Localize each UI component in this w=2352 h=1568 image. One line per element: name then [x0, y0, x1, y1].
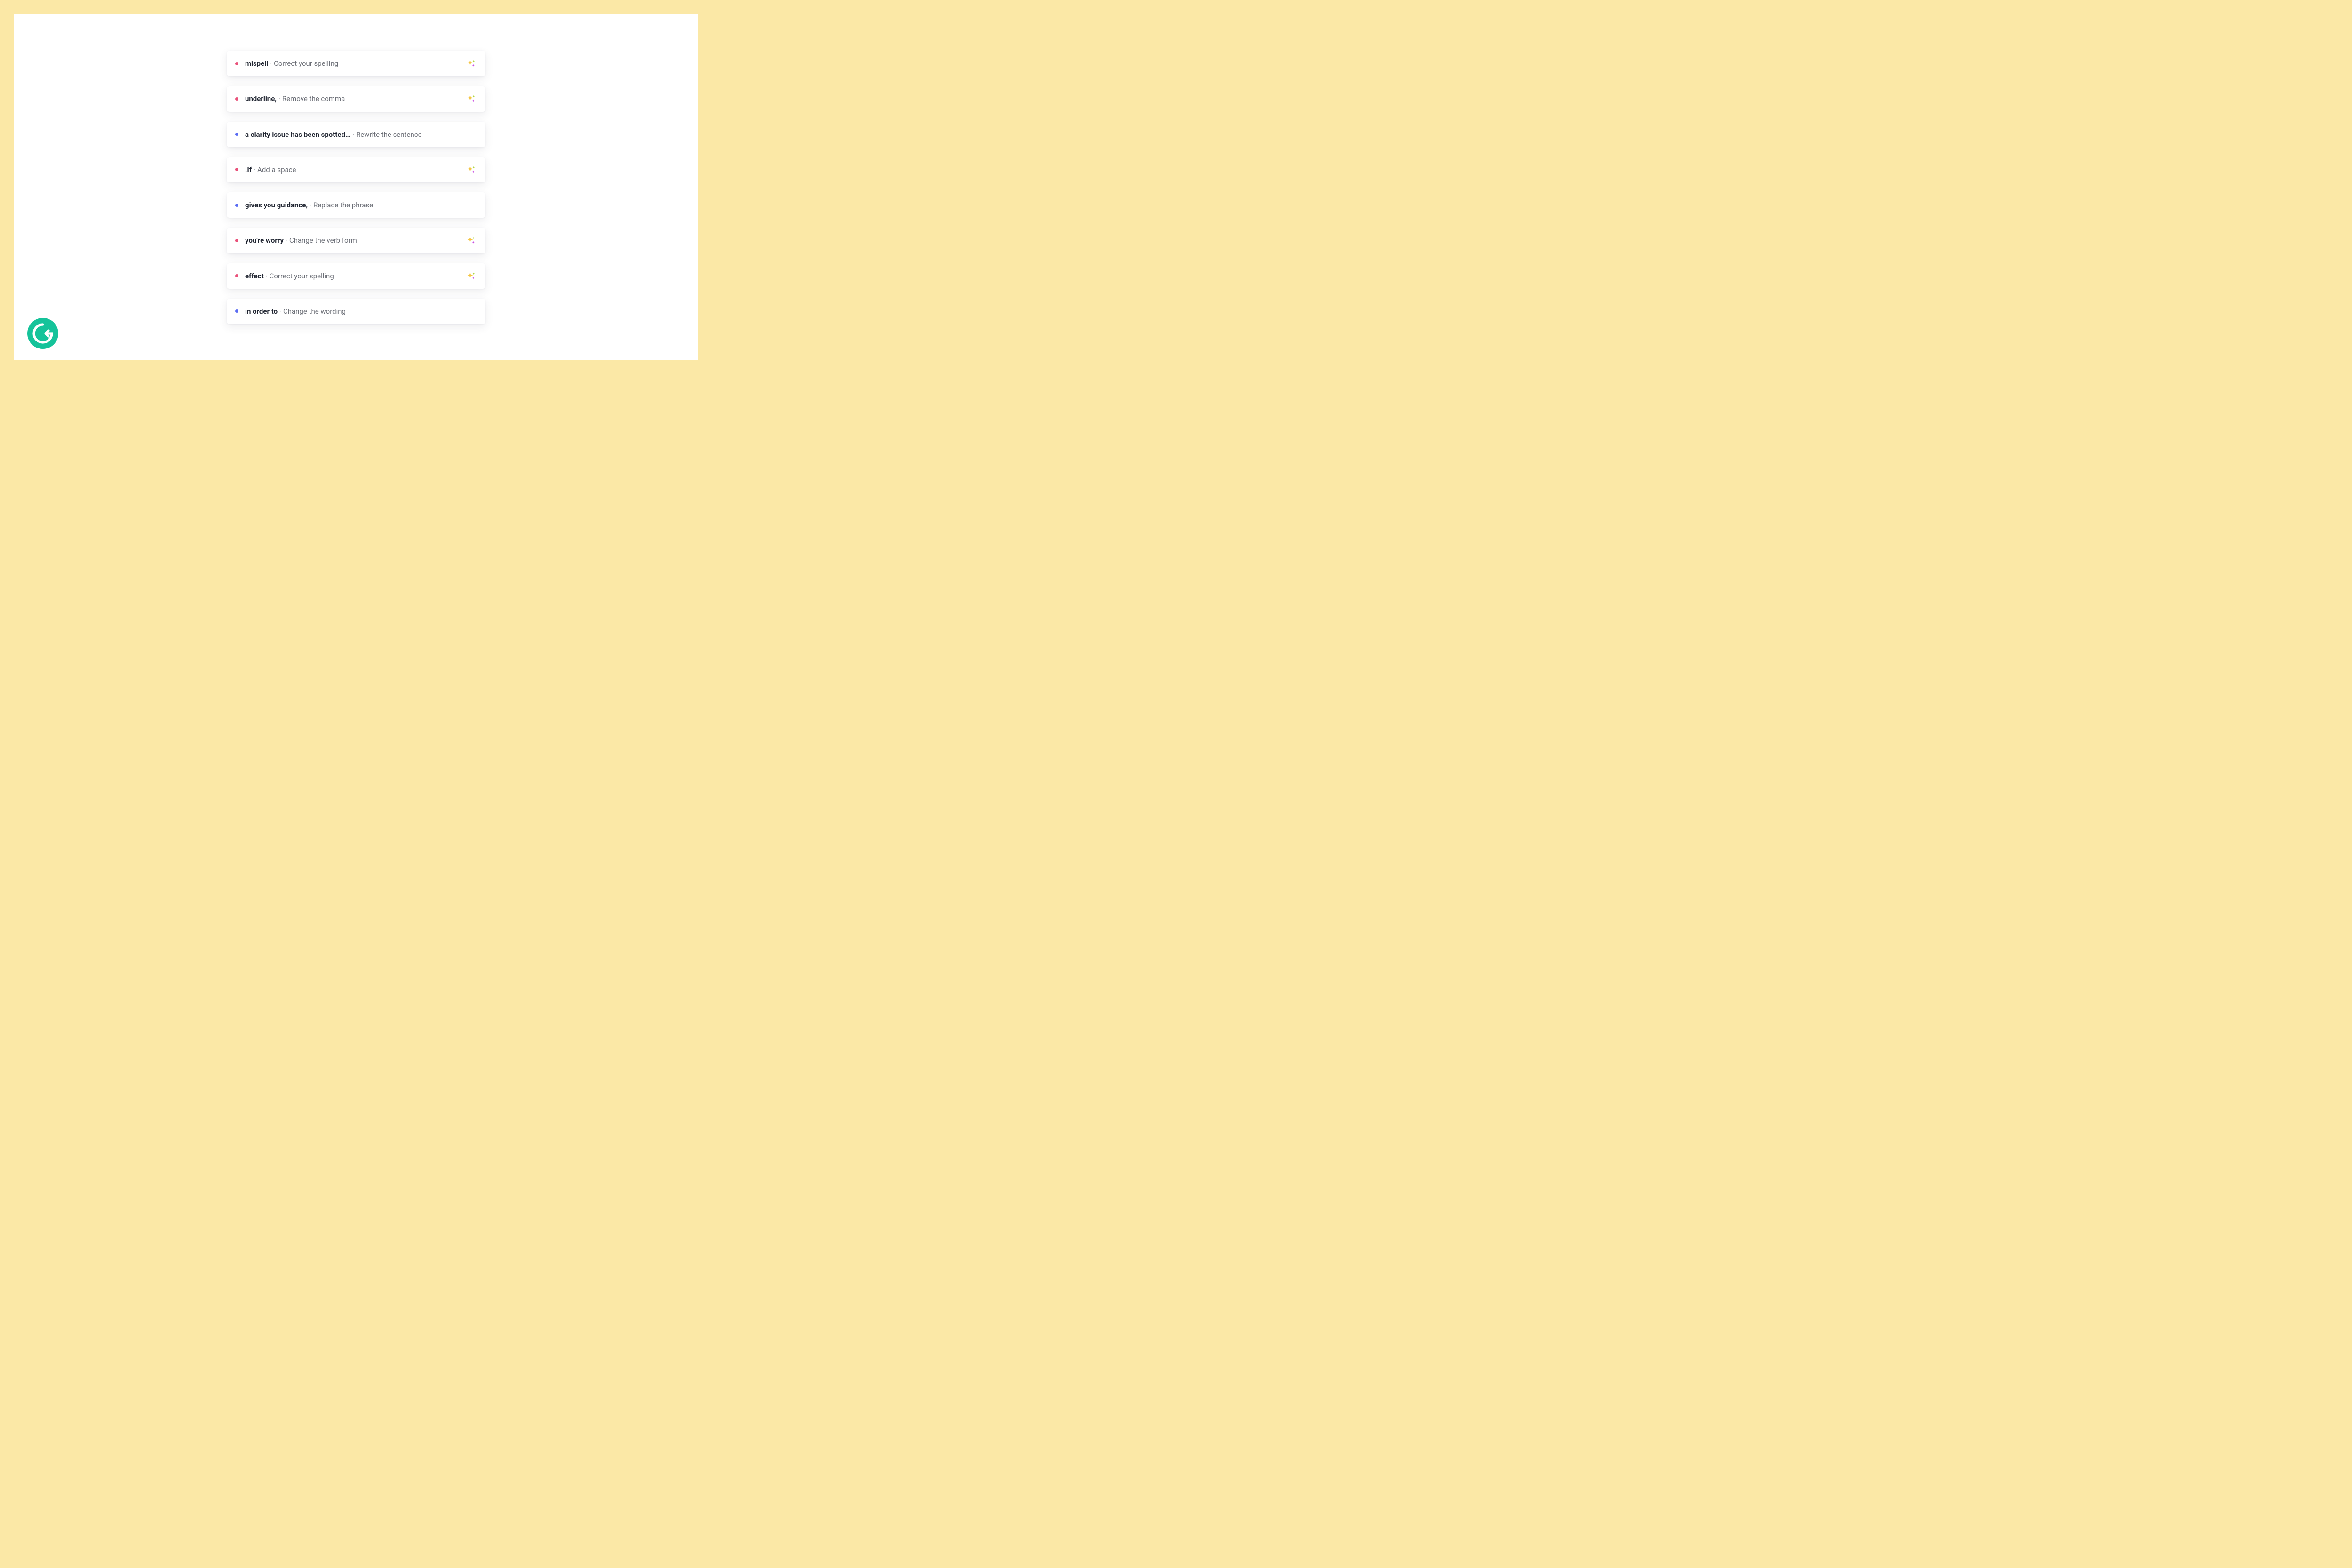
category-dot-icon [235, 274, 238, 277]
suggestion-term: gives you guidance, [245, 201, 308, 209]
suggestion-text: gives you guidance,·Replace the phrase [245, 200, 476, 210]
suggestion-term: in order to [245, 307, 278, 316]
separator: · [352, 130, 354, 139]
category-dot-icon [235, 309, 238, 313]
suggestion-action: Correct your spelling [270, 272, 334, 280]
suggestion-card[interactable]: underline,·Remove the comma [227, 86, 485, 111]
separator: · [279, 307, 281, 316]
sparkle-icon [467, 165, 476, 174]
suggestion-list: mispell·Correct your spelling underline,… [227, 51, 485, 360]
suggestion-text: in order to·Change the wording [245, 307, 476, 316]
suggestion-text: you're worry·Change the verb form [245, 236, 460, 245]
category-dot-icon [235, 239, 238, 242]
category-dot-icon [235, 133, 238, 136]
suggestion-card[interactable]: in order to·Change the wording [227, 299, 485, 324]
suggestion-text: .If·Add a space [245, 165, 460, 174]
separator: · [266, 272, 268, 280]
separator: · [278, 95, 280, 103]
sparkle-icon [467, 271, 476, 281]
suggestion-action: Remove the comma [282, 95, 345, 103]
suggestion-term: a clarity issue has been spotted… [245, 130, 350, 139]
category-dot-icon [235, 204, 238, 207]
suggestion-card[interactable]: a clarity issue has been spotted…·Rewrit… [227, 122, 485, 147]
separator: · [254, 166, 255, 174]
suggestion-action: Rewrite the sentence [356, 130, 422, 139]
suggestion-card[interactable]: you're worry·Change the verb form [227, 228, 485, 253]
suggestion-action: Change the wording [283, 307, 346, 316]
suggestion-term: mispell [245, 59, 268, 68]
sparkle-icon [467, 236, 476, 245]
suggestion-card[interactable]: gives you guidance,·Replace the phrase [227, 192, 485, 218]
suggestion-text: a clarity issue has been spotted…·Rewrit… [245, 130, 476, 139]
category-dot-icon [235, 62, 238, 65]
sparkle-icon [467, 59, 476, 68]
separator: · [310, 201, 311, 209]
suggestion-card[interactable]: effect·Correct your spelling [227, 263, 485, 289]
suggestion-term: underline, [245, 95, 277, 103]
suggestion-text: mispell·Correct your spelling [245, 59, 460, 68]
suggestion-term: you're worry [245, 236, 284, 245]
suggestion-action: Correct your spelling [274, 59, 338, 68]
suggestion-action: Add a space [257, 166, 296, 174]
suggestion-term: .If [245, 166, 252, 174]
suggestion-action: Replace the phrase [313, 201, 373, 209]
category-dot-icon [235, 97, 238, 101]
category-dot-icon [235, 168, 238, 171]
suggestion-action: Change the verb form [289, 236, 357, 245]
suggestion-text: underline,·Remove the comma [245, 94, 460, 103]
suggestion-card[interactable]: mispell·Correct your spelling [227, 51, 485, 76]
main-canvas: mispell·Correct your spelling underline,… [14, 14, 698, 360]
suggestion-card[interactable]: .If·Add a space [227, 157, 485, 182]
sparkle-icon [467, 94, 476, 103]
separator: · [286, 236, 287, 245]
suggestion-term: effect [245, 272, 264, 280]
grammarly-logo-icon[interactable] [27, 318, 58, 349]
suggestion-text: effect·Correct your spelling [245, 271, 460, 281]
separator: · [270, 59, 272, 68]
